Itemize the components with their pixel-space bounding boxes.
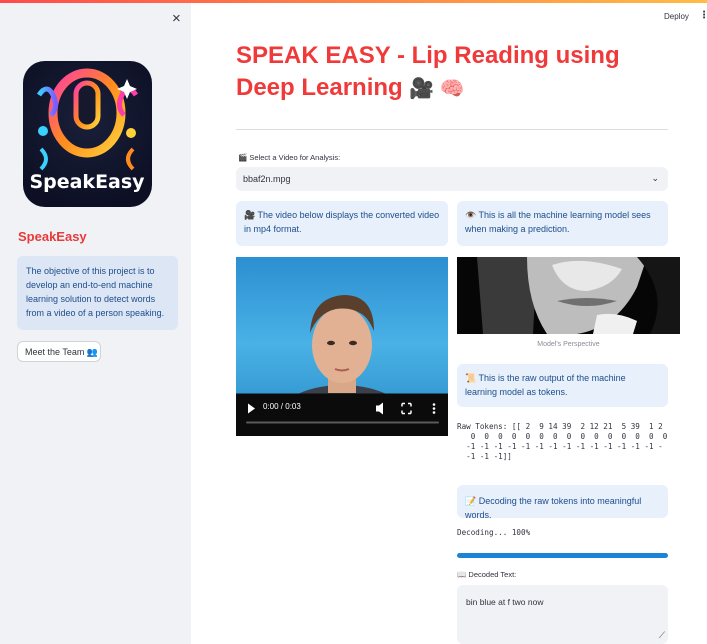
decode-info: 📝 Decoding the raw tokens into meaningfu…: [457, 485, 668, 520]
raw-tokens-output: Raw Tokens: [[ 2 9 14 39 2 12 21 5 39 1 …: [457, 422, 668, 461]
video-time: 0:00 / 0:03: [263, 402, 301, 411]
decoding-progress-bar: [457, 553, 668, 558]
main-menu-icon[interactable]: ⋮: [699, 10, 707, 21]
speakeasy-logo: SpeakEasy: [23, 61, 152, 207]
svg-text:SpeakEasy: SpeakEasy: [29, 171, 145, 193]
chevron-down-icon: ⌄: [651, 173, 659, 183]
sidebar-title: SpeakEasy: [18, 229, 87, 244]
decoded-text-value: bin blue at f two now: [466, 597, 544, 607]
video-seek-bar: [246, 421, 439, 424]
deploy-button[interactable]: Deploy: [664, 12, 689, 21]
video-select-label: 🎬 Select a Video for Analysis:: [238, 153, 341, 162]
page-title: SPEAK EASY - Lip Reading using Deep Lear…: [236, 40, 676, 105]
video-select[interactable]: bbaf2n.mpg ⌄: [236, 167, 668, 191]
resize-handle-icon[interactable]: ⟋: [659, 630, 665, 641]
close-sidebar-icon[interactable]: ×: [172, 10, 181, 27]
decoded-text-area[interactable]: bin blue at f two now ⟋: [457, 585, 668, 644]
video-frame: [236, 257, 448, 436]
model-perspective-frame: [457, 257, 680, 334]
project-objective-info: The objective of this project is to deve…: [17, 256, 178, 330]
divider: [236, 129, 668, 130]
model-view-info: 👁️ This is all the machine learning mode…: [457, 201, 668, 246]
title-emojis: 🎥 🧠: [409, 78, 465, 100]
raw-tokens-info: 📜 This is the raw output of the machine …: [457, 364, 668, 407]
video-format-info: 🎥 The video below displays the converted…: [236, 201, 448, 246]
meet-the-team-button[interactable]: Meet the Team 👥: [17, 341, 101, 362]
decoding-status: Decoding... 100%: [457, 528, 531, 537]
model-perspective-caption: Model's Perspective: [537, 341, 600, 348]
video-select-value: bbaf2n.mpg: [243, 174, 291, 184]
decoded-text-label: 📖 Decoded Text:: [457, 570, 517, 579]
